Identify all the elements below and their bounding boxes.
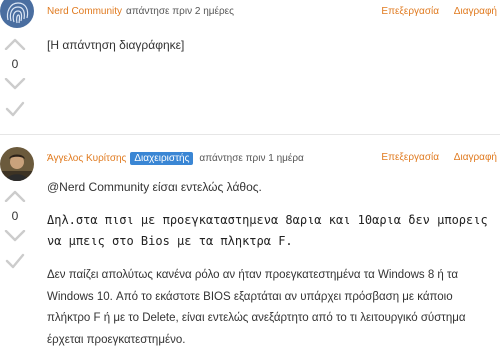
mention-paragraph: @Nerd Community είσαι εντελώς λάθος.	[47, 180, 262, 194]
chevron-down-icon[interactable]	[2, 78, 28, 90]
author-link[interactable]: Nerd Community	[47, 6, 122, 17]
chevron-down-icon[interactable]	[2, 230, 28, 242]
vote-count: 0	[11, 57, 19, 71]
post-content: @Nerd Community είσαι εντελώς λάθος. Δηλ…	[47, 180, 492, 351]
edit-button[interactable]: Επεξεργασία	[381, 152, 439, 163]
reply-post-2: Άγγελος Κυρίτσης Διαχειριστής απάντησε π…	[0, 140, 500, 361]
quoted-code: Δηλ.στα πισι με προεγκαταστημενα 8αρια κ…	[47, 213, 488, 248]
post-actions: Επεξεργασία Διαγραφή	[369, 6, 497, 17]
vote-widget: 0	[2, 190, 28, 270]
vote-widget: 0	[2, 38, 28, 118]
post-timestamp: απάντησε πριν 1 ημέρα	[199, 153, 304, 164]
vote-count: 0	[11, 209, 19, 223]
user-avatar[interactable]	[0, 147, 34, 181]
fingerprint-avatar[interactable]	[0, 0, 34, 28]
post-divider	[0, 134, 500, 135]
admin-badge: Διαχειριστής	[130, 152, 194, 165]
delete-button[interactable]: Διαγραφή	[454, 152, 497, 163]
check-icon[interactable]	[4, 252, 26, 270]
chevron-up-icon[interactable]	[2, 38, 28, 50]
post-content: [Η απάντηση διαγράφηκε]	[47, 38, 185, 52]
chevron-up-icon[interactable]	[2, 190, 28, 202]
post-meta: Nerd Community απάντησε πριν 2 ημέρες	[47, 6, 234, 17]
post-timestamp: απάντησε πριν 2 ημέρες	[126, 6, 234, 17]
author-link[interactable]: Άγγελος Κυρίτσης	[47, 153, 126, 164]
delete-button[interactable]: Διαγραφή	[454, 6, 497, 17]
post-actions: Επεξεργασία Διαγραφή	[369, 152, 497, 163]
reply-post-1: Nerd Community απάντησε πριν 2 ημέρες Επ…	[0, 0, 500, 130]
edit-button[interactable]: Επεξεργασία	[381, 6, 439, 17]
post-meta: Άγγελος Κυρίτσης Διαχειριστής απάντησε π…	[47, 152, 304, 165]
check-icon[interactable]	[4, 100, 26, 118]
body-paragraph: Δεν παίζει απολύτως κανένα ρόλο αν ήταν …	[47, 269, 466, 346]
